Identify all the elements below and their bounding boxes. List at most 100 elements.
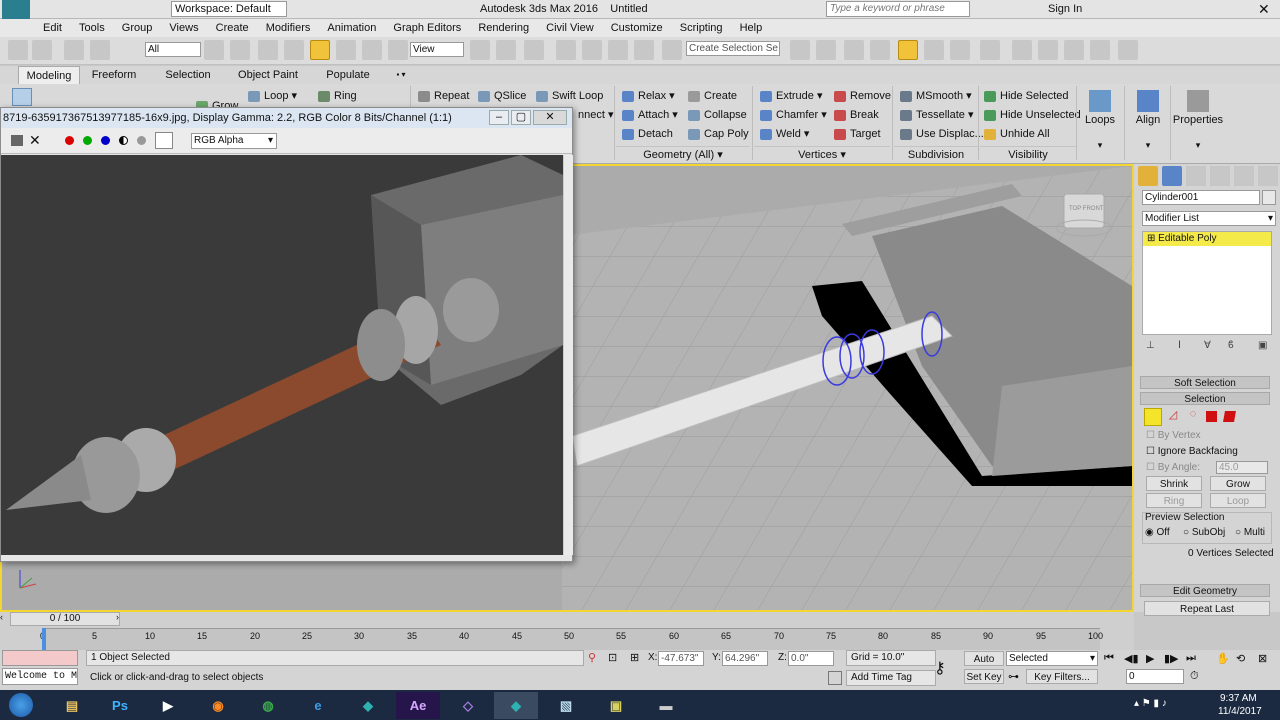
prev-frame-button[interactable]: ‹ <box>0 612 10 626</box>
remove-modifier-icon[interactable]: ϐ <box>1228 340 1234 351</box>
spinner-snap-icon[interactable] <box>634 40 654 60</box>
alpha-channel-icon[interactable] <box>119 136 128 145</box>
polygon-icon[interactable] <box>1206 411 1217 422</box>
menu-views[interactable]: Views <box>162 19 205 37</box>
schematic-view-icon[interactable] <box>950 40 970 60</box>
key-lock-icon[interactable]: ⊶ <box>1008 670 1019 683</box>
select-by-name-icon[interactable] <box>230 40 250 60</box>
taskbar-firefox[interactable]: ◉ <box>196 692 240 719</box>
ignore-backfacing-checkbox[interactable]: ☐ Ignore Backfacing <box>1146 446 1238 457</box>
preview-off-radio[interactable]: ◉ Off <box>1145 527 1170 538</box>
next-key-icon[interactable]: ▮▶ <box>1164 652 1179 665</box>
clock-time[interactable]: 9:37 AM <box>1220 693 1257 704</box>
menu-modifiers[interactable]: Modifiers <box>259 19 318 37</box>
taskbar-explorer[interactable]: ▤ <box>50 692 94 719</box>
polygon-mode-icon[interactable] <box>84 88 104 106</box>
menu-tools[interactable]: Tools <box>72 19 112 37</box>
ring-button[interactable]: Ring <box>316 88 357 105</box>
vertex-mode-icon[interactable] <box>12 88 32 106</box>
move-icon[interactable] <box>310 40 330 60</box>
image-scrollbar[interactable] <box>563 155 573 555</box>
pivot-icon[interactable] <box>470 40 490 60</box>
orbit-icon[interactable]: ⟲ <box>1236 652 1245 665</box>
named-selection-input[interactable]: Create Selection Se <box>686 41 780 56</box>
search-input[interactable]: Type a keyword or phrase <box>826 1 970 17</box>
minimize-icon[interactable]: ‒ <box>489 110 509 125</box>
menu-group[interactable]: Group <box>115 19 160 37</box>
auto-key-button[interactable]: Auto Key <box>964 651 1004 680</box>
taskbar-after-effects[interactable]: Ae <box>396 692 440 719</box>
taskbar-media-player[interactable]: ▶ <box>146 692 190 719</box>
y-coordinate[interactable]: 64.296" <box>722 651 768 666</box>
motion-tab-icon[interactable] <box>1210 166 1230 186</box>
chamfer-button[interactable]: Chamfer ▾ <box>758 107 827 124</box>
angle-spinner[interactable]: 45.0 <box>1216 461 1268 474</box>
soft-selection-rollout[interactable]: Soft Selection <box>1140 376 1270 389</box>
edit-geometry-rollout[interactable]: Edit Geometry <box>1140 584 1270 597</box>
ring-sel-button[interactable]: Ring <box>1146 493 1202 508</box>
hide-selected-button[interactable]: Hide Selected <box>982 88 1069 105</box>
redo-icon[interactable] <box>32 40 52 60</box>
trackbar[interactable]: 0510152025303540455055606570758085909510… <box>40 628 1103 650</box>
next-frame-button[interactable]: › <box>116 612 126 626</box>
curve-editor-icon[interactable] <box>924 40 944 60</box>
channel-select[interactable]: RGB Alpha ▾ <box>191 133 277 149</box>
maxscript-mini[interactable]: Welcome to M <box>2 668 78 685</box>
mono-icon[interactable] <box>137 136 146 145</box>
selection-filter[interactable]: All <box>145 42 201 57</box>
blue-channel-icon[interactable] <box>101 136 110 145</box>
make-unique-icon[interactable]: ∀ <box>1204 340 1211 351</box>
menu-civil-view[interactable]: Civil View <box>539 19 600 37</box>
place-icon[interactable] <box>388 40 408 60</box>
signin-link[interactable]: Sign In <box>1030 0 1082 19</box>
edge-icon[interactable]: ◿ <box>1164 408 1182 426</box>
object-name-input[interactable]: Cylinder001 <box>1142 190 1260 205</box>
rect-region-icon[interactable] <box>258 40 278 60</box>
group-visibility-label[interactable]: Visibility <box>980 146 1076 162</box>
close-icon[interactable]: ✕ <box>1258 0 1270 19</box>
render-iterative-icon[interactable] <box>1090 40 1110 60</box>
isolate-icon[interactable]: ⚲ <box>588 651 596 664</box>
taskbar-tool[interactable]: ▬ <box>644 692 688 719</box>
key-mode-select[interactable]: Selected ▾ <box>1006 651 1098 666</box>
play-icon[interactable]: ▶ <box>1146 652 1154 665</box>
properties-button[interactable]: Properties ▾ <box>1172 88 1224 158</box>
swiftloop-button[interactable]: Swift Loop <box>534 88 603 105</box>
ribbon-options-icon[interactable]: ▪ ▾ <box>390 66 412 84</box>
trackbar-playhead[interactable] <box>42 628 46 650</box>
mirror-icon[interactable] <box>790 40 810 60</box>
modifier-stack[interactable]: ⊞ Editable Poly <box>1142 231 1272 335</box>
hierarchy-tab-icon[interactable] <box>1186 166 1206 186</box>
scale-icon[interactable] <box>362 40 382 60</box>
selection-rollout[interactable]: Selection <box>1140 392 1270 405</box>
relax-button[interactable]: Relax ▾ <box>620 88 675 105</box>
lock-selection-icon[interactable]: ⊡ <box>608 651 617 664</box>
rotate-icon[interactable] <box>336 40 356 60</box>
target-button[interactable]: Target <box>832 126 881 143</box>
element-icon[interactable] <box>1223 411 1236 422</box>
scene-explorer-icon[interactable] <box>870 40 890 60</box>
z-coordinate[interactable]: 0.0" <box>788 651 834 666</box>
add-time-tag[interactable]: Add Time Tag <box>846 670 936 686</box>
rendered-image-window[interactable]: 8719-635917367513977185-16x9.jpg, Displa… <box>0 107 573 562</box>
repeat-last-button[interactable]: Repeat Last <box>1144 601 1270 616</box>
show-end-result-icon[interactable]: Ⅰ <box>1178 340 1181 351</box>
transform-mode-icon[interactable]: ⊞ <box>630 651 639 664</box>
menu-create[interactable]: Create <box>209 19 256 37</box>
edit-named-sel-icon[interactable] <box>662 40 682 60</box>
goto-start-icon[interactable]: ⏮ <box>1104 652 1114 665</box>
angle-snap-icon[interactable] <box>582 40 602 60</box>
collapse-button[interactable]: Collapse <box>686 107 747 124</box>
ref-coord-select[interactable]: View <box>410 42 464 57</box>
maxscript-listener[interactable] <box>2 650 78 666</box>
window-close-icon[interactable]: ✕ <box>533 110 567 125</box>
modifier-list-select[interactable]: Modifier List ▾ <box>1142 211 1276 226</box>
time-config-icon[interactable]: ⏱ <box>1190 670 1199 683</box>
group-geometry-label[interactable]: Geometry (All) ▾ <box>616 146 750 162</box>
loop-button[interactable]: Loop ▾ <box>246 88 297 105</box>
weld-button[interactable]: Weld ▾ <box>758 126 809 143</box>
detach-button[interactable]: Detach <box>620 126 673 143</box>
prev-key-icon[interactable]: ◀▮ <box>1124 652 1139 665</box>
hide-unselected-button[interactable]: Hide Unselected <box>982 107 1081 124</box>
taskbar-app-window[interactable]: ▧ <box>544 692 588 719</box>
